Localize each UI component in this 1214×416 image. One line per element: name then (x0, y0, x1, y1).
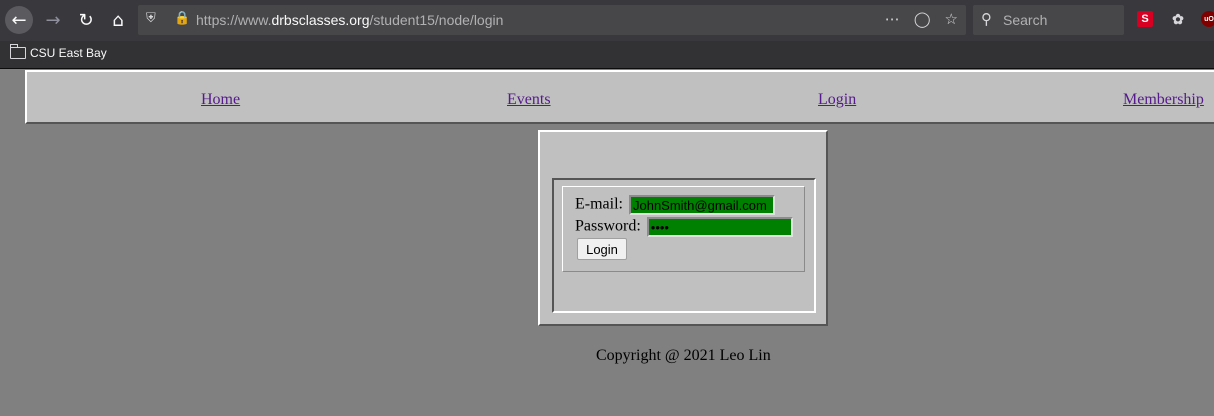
extension-fox-icon[interactable]: ✿ (1170, 11, 1186, 27)
address-bar[interactable]: ⛨ 🔒 https://www.drbsclasses.org/student1… (138, 5, 966, 35)
email-field[interactable] (628, 195, 775, 215)
nav-link-home[interactable]: Home (201, 91, 240, 109)
nav-link-login[interactable]: Login (818, 91, 856, 109)
nav-link-events[interactable]: Events (507, 91, 551, 109)
search-placeholder: Search (1003, 12, 1048, 28)
url-prefix: https://www. (196, 12, 272, 28)
password-label: Password: (575, 217, 641, 235)
email-label: E-mail: (575, 195, 623, 213)
browser-toolbar: ← → ↻ ⌂ ⛨ 🔒 https://www.drbsclasses.org/… (0, 0, 1214, 41)
search-input[interactable]: ⚲ Search (973, 5, 1124, 35)
page-actions-icon[interactable]: ⋯ (885, 10, 900, 28)
login-panel: E-mail: Password: Login (538, 130, 828, 326)
bookmark-csu-east-bay[interactable]: CSU East Bay (10, 44, 107, 60)
extension-s-icon[interactable]: S (1137, 11, 1153, 27)
home-icon[interactable]: ⌂ (104, 6, 132, 34)
reload-icon[interactable]: ↻ (72, 6, 100, 34)
login-inner-frame: E-mail: Password: Login (552, 178, 816, 313)
back-arrow-icon[interactable]: ← (5, 6, 33, 34)
bookmarks-toolbar: CSU East Bay (0, 41, 1214, 69)
pocket-icon[interactable]: ◯ (914, 10, 931, 28)
folder-icon (10, 44, 26, 59)
email-row: E-mail: (575, 195, 775, 215)
bookmark-star-icon[interactable]: ☆ (945, 10, 958, 28)
search-icon: ⚲ (981, 10, 992, 28)
password-field[interactable] (646, 217, 793, 237)
copyright-text: Copyright @ 2021 Leo Lin (596, 347, 771, 364)
nav-link-membership[interactable]: Membership (1123, 91, 1204, 109)
tracking-shield-icon[interactable]: ⛨ (146, 11, 156, 26)
bookmark-label: CSU East Bay (30, 46, 107, 60)
site-navbar: Home Events Login Membership (25, 70, 1214, 124)
ublock-icon[interactable]: uO (1201, 11, 1214, 27)
login-button[interactable]: Login (577, 238, 627, 260)
url-domain: drbsclasses.org (271, 12, 370, 28)
url-path: /student15/node/login (369, 12, 504, 28)
url-text[interactable]: https://www.drbsclasses.org/student15/no… (196, 12, 503, 28)
password-row: Password: (575, 217, 793, 237)
login-form: E-mail: Password: Login (562, 186, 805, 272)
lock-icon[interactable]: 🔒 (174, 11, 190, 26)
forward-arrow-icon[interactable]: → (39, 6, 67, 34)
